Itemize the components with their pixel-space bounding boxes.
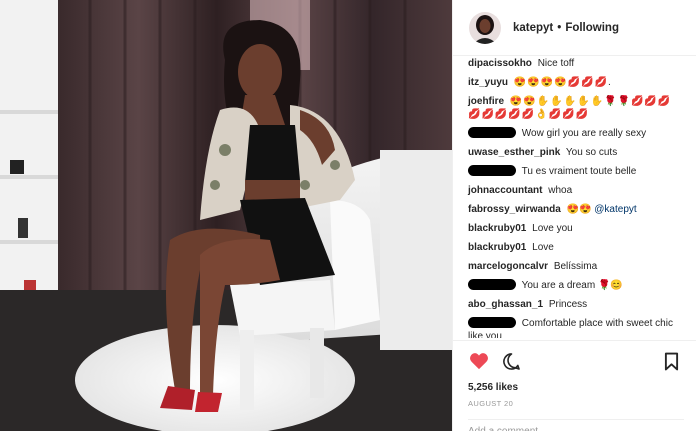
post-sidebar: katepyt • Following dipacissokho Nice to… [452, 0, 696, 431]
post-photo-image [0, 0, 452, 431]
comment-text: Love [532, 242, 554, 253]
comment-item: johnaccountant whoa [468, 184, 684, 197]
comment-username[interactable]: uwase_esther_pink [468, 147, 560, 158]
comment-item: Wow girl you are really sexy [468, 127, 684, 140]
comment-text: Wow girl you are really sexy [521, 128, 647, 139]
comment-item: Tu es vraiment toute belle [468, 165, 684, 178]
comment-username[interactable]: blackruby01 [468, 242, 526, 253]
comment-username[interactable]: johnaccountant [468, 185, 542, 196]
comment-text: whoa [548, 185, 573, 196]
comment-username[interactable]: fabrossy_wirwanda [468, 204, 561, 215]
save-button[interactable] [660, 350, 682, 372]
redacted-username [468, 127, 516, 138]
comment-username[interactable]: itz_yuyu [468, 77, 508, 88]
redacted-username [468, 165, 516, 176]
comment-item: joehfire 😍😍✋✋✋✋✋🌹🌹💋💋💋💋💋💋💋💋👌💋💋💋 [468, 95, 684, 121]
comment-text: You so cuts [565, 147, 618, 158]
comment-item: blackruby01 Love you [468, 222, 684, 235]
instagram-post-view: katepyt • Following dipacissokho Nice to… [0, 0, 696, 431]
comment-username[interactable]: dipacissokho [468, 58, 532, 69]
redacted-username [468, 279, 516, 290]
comment-item: Comfortable place with sweet chic like y… [468, 317, 684, 338]
comment-item: You are a dream 🌹😊 [468, 279, 684, 292]
comment-button[interactable] [500, 350, 522, 372]
comment-username[interactable]: marcelogoncalvr [468, 261, 548, 272]
comment-item: fabrossy_wirwanda 😍😍 @katepyt [468, 203, 684, 216]
post-date: AUGUST 20 [468, 399, 514, 408]
following-button[interactable]: Following [565, 22, 619, 34]
likes-count[interactable]: 5,256 likes [468, 382, 682, 393]
comment-text: 😍😍😍😍💋💋💋. [513, 77, 612, 88]
comment-item: abo_ghassan_1 Princess [468, 298, 684, 311]
comment-item: blackruby01 Love [468, 241, 684, 254]
comment-text: Princess [548, 299, 588, 310]
comment-text: Belíssima [553, 261, 598, 272]
add-comment-input[interactable]: Add a comment... [468, 419, 684, 431]
speech-bubble-icon [502, 352, 520, 370]
comment-username[interactable]: blackruby01 [468, 223, 526, 234]
heart-icon [470, 353, 488, 370]
avatar[interactable] [469, 11, 501, 44]
comment-item: itz_yuyu 😍😍😍😍💋💋💋. [468, 76, 684, 89]
comment-text: Love you [532, 223, 573, 234]
username-link[interactable]: katepyt [513, 22, 553, 34]
avatar-image [469, 11, 501, 44]
comment-item: dipacissokho Nice toff [468, 57, 684, 70]
post-header: katepyt • Following [453, 0, 696, 56]
post-photo[interactable] [0, 0, 452, 431]
comment-username[interactable]: joehfire [468, 96, 504, 107]
comment-text: You are a dream 🌹😊 [521, 280, 623, 291]
like-button[interactable] [468, 350, 490, 372]
comment-text: 😍😍 [566, 204, 592, 215]
post-actions: 5,256 likes AUGUST 20 [453, 340, 696, 408]
mention-link[interactable]: @katepyt [594, 204, 636, 215]
redacted-username [468, 317, 516, 328]
comment-text: Nice toff [537, 58, 575, 69]
comments-list: dipacissokho Nice toff itz_yuyu 😍😍😍😍💋💋💋.… [453, 56, 696, 338]
comment-username[interactable]: abo_ghassan_1 [468, 299, 543, 310]
header-separator: • [557, 21, 562, 34]
comment-item: marcelogoncalvr Belíssima [468, 260, 684, 273]
comment-item: uwase_esther_pink You so cuts [468, 146, 684, 159]
comment-text: Tu es vraiment toute belle [521, 166, 637, 177]
bookmark-icon [664, 352, 678, 370]
